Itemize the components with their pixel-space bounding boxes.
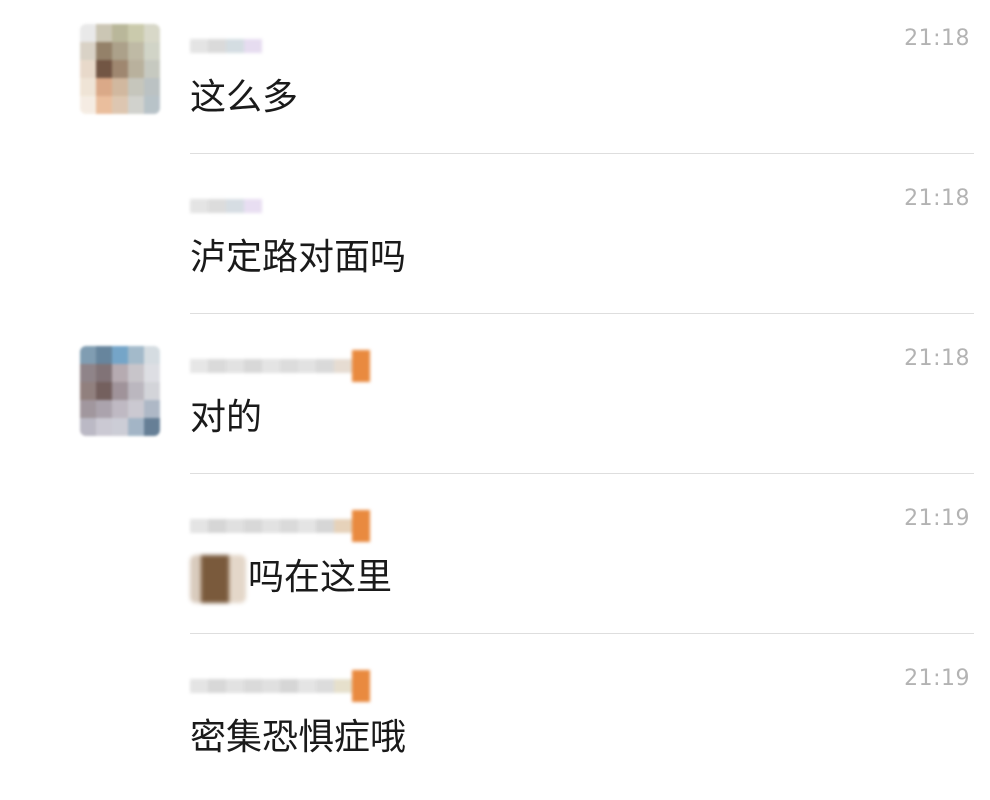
avatar[interactable] <box>80 24 160 114</box>
divider <box>190 473 974 474</box>
divider <box>190 633 974 634</box>
divider <box>190 153 974 154</box>
sender-name-obscured <box>190 188 262 224</box>
sender-name-obscured <box>190 508 370 544</box>
message-text-row: 吗在这里 <box>190 554 392 603</box>
avatar[interactable] <box>80 346 160 436</box>
message-item[interactable]: 21:19 密集恐惧症哦 <box>0 640 990 800</box>
message-time: 21:19 <box>904 506 970 531</box>
message-time: 21:18 <box>904 186 970 211</box>
message-time: 21:19 <box>904 666 970 691</box>
obscured-text-fragment <box>190 555 246 603</box>
message-text: 密集恐惧症哦 <box>190 717 407 758</box>
divider <box>190 313 974 314</box>
message-time: 21:18 <box>904 346 970 371</box>
sender-name-obscured <box>190 668 370 704</box>
message-item[interactable]: 21:18 对的 <box>0 320 990 480</box>
message-text: 泸定路对面吗 <box>190 237 407 278</box>
message-text: 吗在这里 <box>248 557 393 598</box>
message-item[interactable]: 21:18 这么多 <box>0 0 990 160</box>
message-time: 21:18 <box>904 26 970 51</box>
sender-name-obscured <box>190 28 262 64</box>
sender-name-obscured <box>190 348 370 384</box>
message-text: 这么多 <box>190 77 299 118</box>
chat-message-list: 21:18 这么多 21:18 泸定路对面吗 21:18 对的 21:19 吗在… <box>0 0 990 787</box>
message-text: 对的 <box>190 397 263 438</box>
message-item[interactable]: 21:18 泸定路对面吗 <box>0 160 990 320</box>
message-item[interactable]: 21:19 吗在这里 <box>0 480 990 640</box>
